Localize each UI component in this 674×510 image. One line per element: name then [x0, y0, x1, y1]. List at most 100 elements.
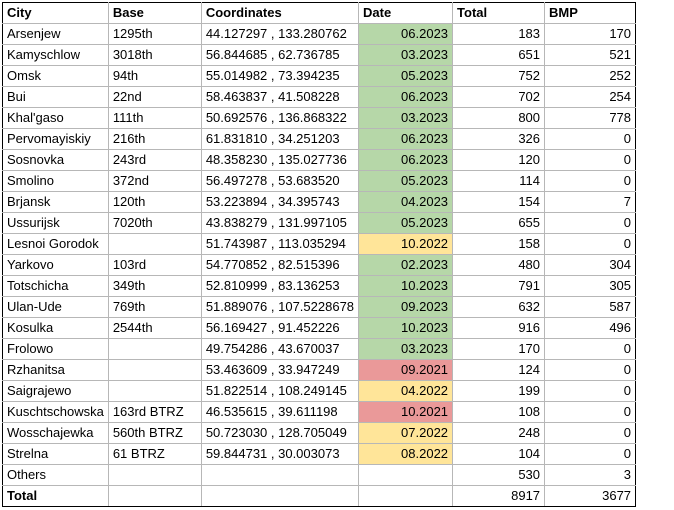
city-cell[interactable]: Arsenjew: [2, 23, 109, 45]
bmp-cell[interactable]: 0: [544, 380, 637, 402]
total-cell[interactable]: 800: [452, 107, 546, 129]
base-cell[interactable]: 94th: [107, 65, 202, 87]
city-cell[interactable]: Totschicha: [2, 275, 109, 297]
total-cell[interactable]: 124: [452, 359, 546, 381]
date-cell[interactable]: 06.2023: [358, 23, 454, 45]
city-cell[interactable]: Strelna: [2, 443, 109, 465]
date-cell[interactable]: 09.2023: [358, 296, 454, 318]
coordinates-cell[interactable]: 61.831810 , 34.251203: [200, 128, 360, 150]
coordinates-cell[interactable]: 50.723030 , 128.705049: [200, 422, 360, 444]
coordinates-cell[interactable]: 51.743987 , 113.035294: [200, 233, 360, 255]
city-cell[interactable]: Ussurijsk: [2, 212, 109, 234]
header-date[interactable]: Date: [358, 2, 454, 24]
base-cell[interactable]: [107, 233, 202, 255]
header-coordinates[interactable]: Coordinates: [200, 2, 360, 24]
header-city[interactable]: City: [2, 2, 109, 24]
bmp-cell[interactable]: 0: [544, 422, 637, 444]
bmp-cell[interactable]: 0: [544, 212, 637, 234]
base-cell[interactable]: 1295th: [107, 23, 202, 45]
coordinates-cell[interactable]: 49.754286 , 43.670037: [200, 338, 360, 360]
bmp-cell[interactable]: 587: [544, 296, 637, 318]
city-cell[interactable]: Saigrajewo: [2, 380, 109, 402]
coordinates-cell[interactable]: 59.844731 , 30.003073: [200, 443, 360, 465]
total-cell[interactable]: 530: [452, 464, 546, 486]
bmp-cell[interactable]: 521: [544, 44, 637, 66]
total-date-cell[interactable]: [358, 485, 454, 507]
city-cell[interactable]: Smolino: [2, 170, 109, 192]
total-cell[interactable]: 108: [452, 401, 546, 423]
coordinates-cell[interactable]: 51.889076 , 107.5228678: [200, 296, 360, 318]
bmp-cell[interactable]: 0: [544, 170, 637, 192]
coordinates-cell[interactable]: 44.127297 , 133.280762: [200, 23, 360, 45]
date-cell[interactable]: 06.2023: [358, 149, 454, 171]
bmp-cell[interactable]: 778: [544, 107, 637, 129]
city-cell[interactable]: Kuschtschowska: [2, 401, 109, 423]
total-cell[interactable]: 480: [452, 254, 546, 276]
coordinates-cell[interactable]: 53.463609 , 33.947249: [200, 359, 360, 381]
total-cell[interactable]: 154: [452, 191, 546, 213]
city-cell[interactable]: Omsk: [2, 65, 109, 87]
total-bmp-cell[interactable]: 3677: [544, 485, 637, 507]
coordinates-cell[interactable]: 43.838279 , 131.997105: [200, 212, 360, 234]
city-cell[interactable]: Rzhanitsa: [2, 359, 109, 381]
coordinates-cell[interactable]: 54.770852 , 82.515396: [200, 254, 360, 276]
date-cell[interactable]: 04.2023: [358, 191, 454, 213]
base-cell[interactable]: [107, 338, 202, 360]
coordinates-cell[interactable]: 56.169427 , 91.452226: [200, 317, 360, 339]
total-cell[interactable]: 916: [452, 317, 546, 339]
coordinates-cell[interactable]: [200, 464, 360, 486]
total-cell[interactable]: 183: [452, 23, 546, 45]
date-cell[interactable]: 10.2023: [358, 317, 454, 339]
base-cell[interactable]: [107, 464, 202, 486]
header-bmp[interactable]: BMP: [544, 2, 637, 24]
city-cell[interactable]: Brjansk: [2, 191, 109, 213]
city-cell[interactable]: Kamyschlow: [2, 44, 109, 66]
bmp-cell[interactable]: 0: [544, 359, 637, 381]
city-cell[interactable]: Ulan-Ude: [2, 296, 109, 318]
date-cell[interactable]: 03.2023: [358, 107, 454, 129]
bmp-cell[interactable]: 3: [544, 464, 637, 486]
base-cell[interactable]: 61 BTRZ: [107, 443, 202, 465]
coordinates-cell[interactable]: 48.358230 , 135.027736: [200, 149, 360, 171]
header-total[interactable]: Total: [452, 2, 546, 24]
total-cell[interactable]: 752: [452, 65, 546, 87]
header-base[interactable]: Base: [107, 2, 202, 24]
total-cell[interactable]: 655: [452, 212, 546, 234]
total-cell[interactable]: 158: [452, 233, 546, 255]
bmp-cell[interactable]: 170: [544, 23, 637, 45]
date-cell[interactable]: 06.2023: [358, 86, 454, 108]
base-cell[interactable]: 769th: [107, 296, 202, 318]
date-cell[interactable]: 09.2021: [358, 359, 454, 381]
base-cell[interactable]: 22nd: [107, 86, 202, 108]
total-cell[interactable]: 651: [452, 44, 546, 66]
date-cell[interactable]: 05.2023: [358, 65, 454, 87]
total-cell[interactable]: 170: [452, 338, 546, 360]
coordinates-cell[interactable]: 53.223894 , 34.395743: [200, 191, 360, 213]
date-cell[interactable]: 07.2022: [358, 422, 454, 444]
base-cell[interactable]: [107, 359, 202, 381]
date-cell[interactable]: 10.2022: [358, 233, 454, 255]
city-cell[interactable]: Others: [2, 464, 109, 486]
total-cell[interactable]: 632: [452, 296, 546, 318]
coordinates-cell[interactable]: 56.844685 , 62.736785: [200, 44, 360, 66]
total-cell[interactable]: 702: [452, 86, 546, 108]
coordinates-cell[interactable]: 56.497278 , 53.683520: [200, 170, 360, 192]
total-label-cell[interactable]: Total: [2, 485, 109, 507]
coordinates-cell[interactable]: 50.692576 , 136.868322: [200, 107, 360, 129]
total-sum-cell[interactable]: 8917: [452, 485, 546, 507]
city-cell[interactable]: Sosnovka: [2, 149, 109, 171]
bmp-cell[interactable]: 0: [544, 443, 637, 465]
bmp-cell[interactable]: 0: [544, 338, 637, 360]
city-cell[interactable]: Kosulka: [2, 317, 109, 339]
coordinates-cell[interactable]: 55.014982 , 73.394235: [200, 65, 360, 87]
base-cell[interactable]: 2544th: [107, 317, 202, 339]
coordinates-cell[interactable]: 51.822514 , 108.249145: [200, 380, 360, 402]
base-cell[interactable]: 349th: [107, 275, 202, 297]
base-cell[interactable]: 372nd: [107, 170, 202, 192]
city-cell[interactable]: Pervomayiskiy: [2, 128, 109, 150]
bmp-cell[interactable]: 254: [544, 86, 637, 108]
bmp-cell[interactable]: 0: [544, 401, 637, 423]
bmp-cell[interactable]: 304: [544, 254, 637, 276]
bmp-cell[interactable]: 496: [544, 317, 637, 339]
date-cell[interactable]: 05.2023: [358, 212, 454, 234]
